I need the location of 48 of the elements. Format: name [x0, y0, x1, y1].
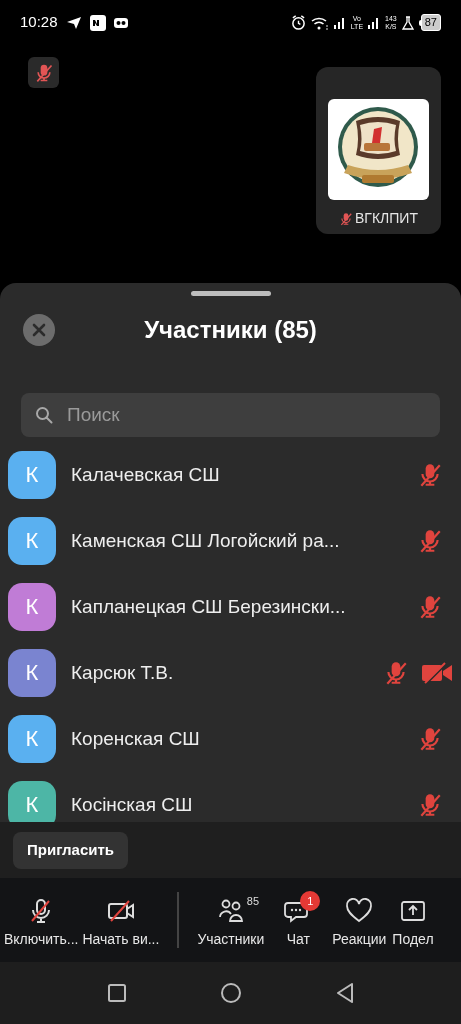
participant-row[interactable]: К Каменская СШ Логойский ра...	[0, 507, 461, 574]
participant-row[interactable]: К Капланецкая СШ Березински...	[0, 573, 461, 640]
notification-badge: 1	[300, 891, 321, 911]
signal-icon	[333, 16, 346, 29]
avatar: К	[8, 714, 56, 763]
participant-name: Калачевская СШ	[71, 462, 221, 487]
search-field[interactable]: Поиск	[21, 392, 440, 437]
heart-icon	[345, 897, 374, 925]
close-button[interactable]	[23, 313, 55, 346]
participant-row[interactable]: К Карсюк Т.В.	[0, 639, 461, 706]
people-icon	[216, 897, 245, 925]
alarm-icon	[290, 15, 306, 30]
participant-row[interactable]: К Калачевская СШ	[0, 441, 461, 508]
toolbar-button[interactable]: 1 Чат	[275, 890, 322, 950]
app-icon	[89, 14, 106, 31]
goggles-icon	[113, 17, 128, 28]
signal-icon	[368, 16, 381, 29]
participant-row[interactable]: К Коренская СШ	[0, 705, 461, 772]
participant-name: Коренская СШ	[71, 726, 201, 751]
participant-name: Косінская СШ	[71, 792, 194, 817]
wifi-icon	[310, 15, 329, 30]
toolbar-button[interactable]: Начать ви...	[80, 890, 162, 950]
participant-name: Каменская СШ Логойский ра...	[71, 528, 341, 553]
toolbar-button[interactable]: Подел	[390, 890, 436, 950]
toolbar-button[interactable]: Реакции	[330, 890, 389, 950]
avatar: К	[8, 516, 56, 565]
close-icon	[32, 322, 46, 337]
participant-name: ВГКЛПИТ	[355, 209, 418, 228]
drag-handle[interactable]	[190, 291, 271, 296]
avatar: К	[8, 780, 56, 822]
avatar: К	[8, 450, 56, 499]
recent-apps-icon	[106, 983, 127, 1003]
panel-title: Участники (85)	[144, 314, 317, 345]
clock-time: 10:28	[20, 12, 58, 33]
participant-name: Карсюк Т.В.	[71, 660, 175, 685]
toolbar-button[interactable]: 85 Участники	[195, 890, 267, 950]
avatar: К	[8, 648, 56, 697]
invite-button[interactable]: Пригласить	[13, 831, 129, 869]
search-icon	[35, 405, 53, 424]
participant-count: 85	[246, 894, 260, 909]
flask-icon	[401, 15, 414, 30]
home-icon	[219, 982, 242, 1004]
participant-name: Капланецкая СШ Березински...	[71, 594, 347, 619]
avatar: К	[8, 582, 56, 631]
back-icon	[334, 982, 355, 1004]
battery-level: 87	[420, 14, 441, 31]
paper-plane-icon	[65, 15, 82, 30]
toolbar-button[interactable]: Включить...	[2, 890, 81, 950]
